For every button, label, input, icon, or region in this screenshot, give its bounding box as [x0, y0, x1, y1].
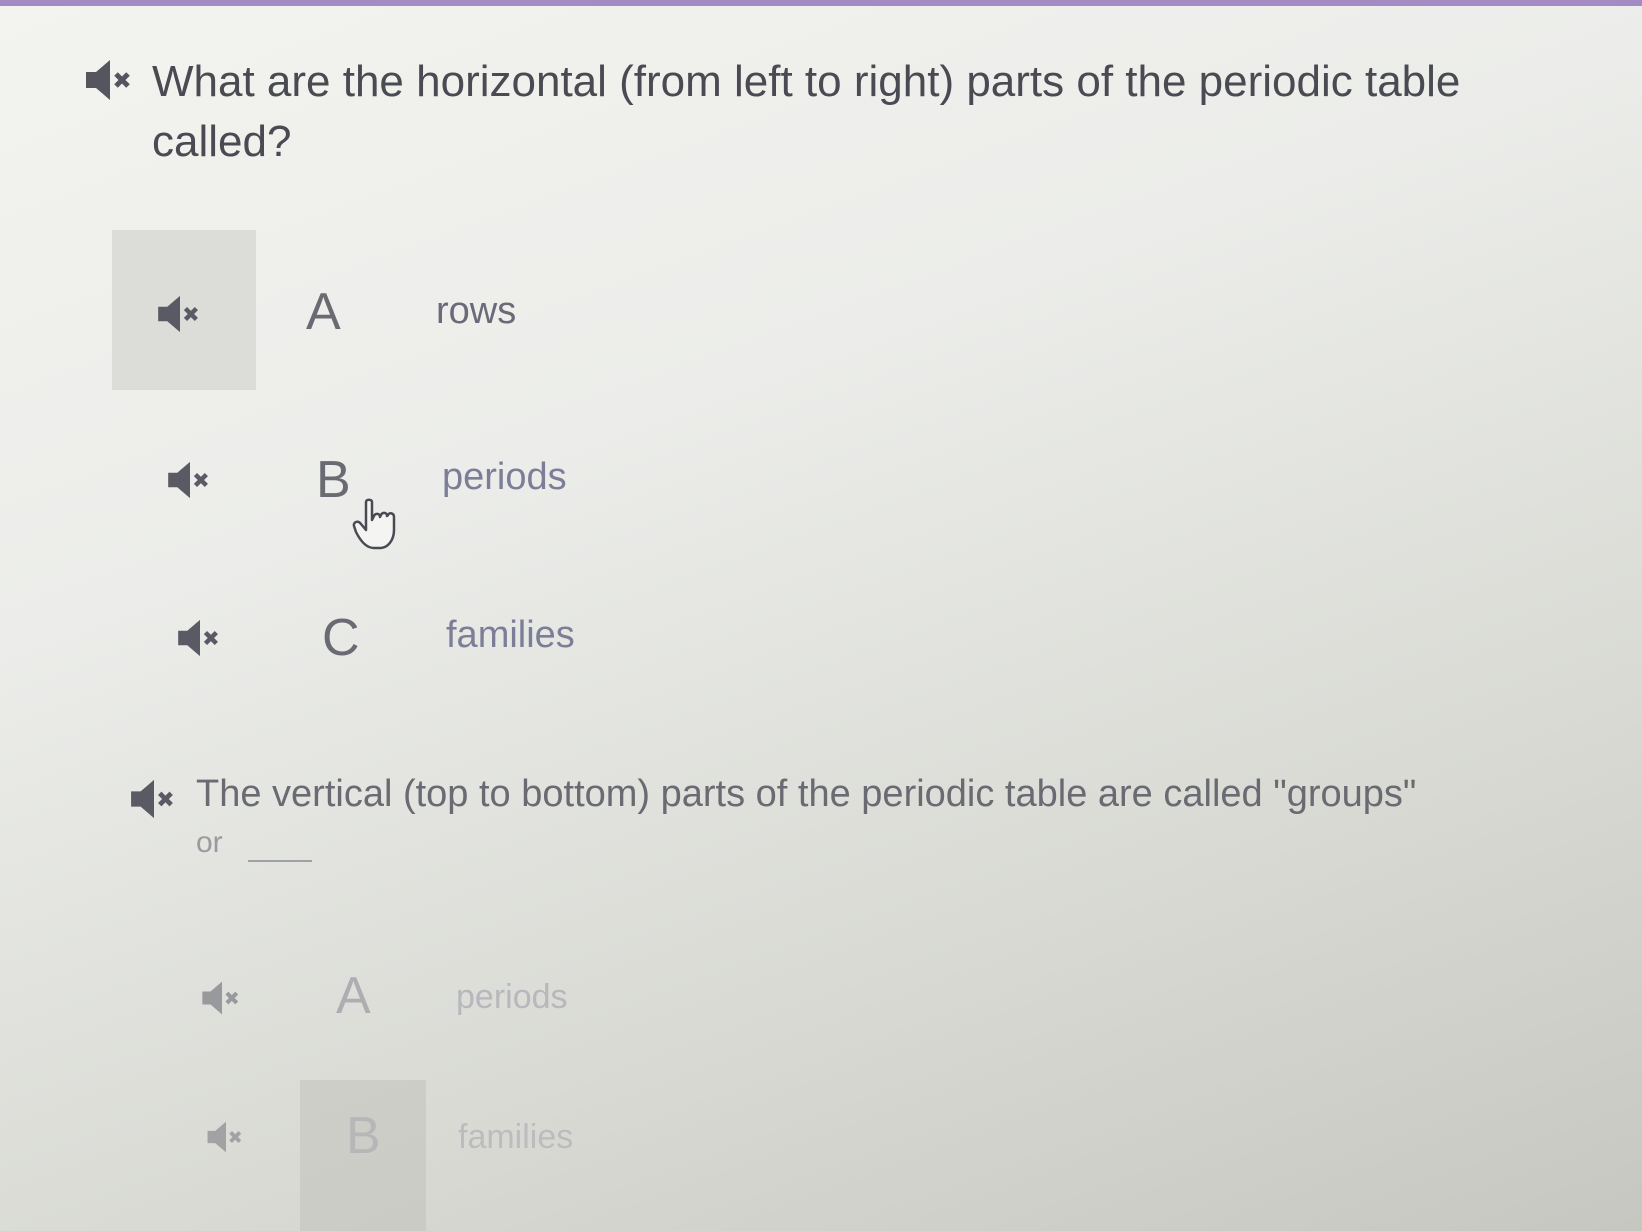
- top-border: [0, 0, 1642, 6]
- speaker-muted-icon[interactable]: [128, 778, 180, 820]
- option-a-letter[interactable]: A: [306, 282, 341, 342]
- option-b-letter[interactable]: B: [346, 1106, 381, 1166]
- question-2-line-2: or: [196, 826, 223, 859]
- speaker-muted-icon[interactable]: [84, 58, 136, 102]
- hand-pointer-icon: [352, 498, 404, 557]
- option-a-text[interactable]: rows: [436, 290, 516, 333]
- option-b-text[interactable]: periods: [442, 456, 567, 499]
- question-1-text: What are the horizontal (from left to ri…: [152, 52, 1552, 172]
- speaker-muted-icon[interactable]: [206, 1120, 246, 1154]
- option-a-letter[interactable]: A: [336, 966, 371, 1026]
- speaker-muted-icon[interactable]: [200, 980, 244, 1016]
- option-a-text[interactable]: periods: [456, 978, 568, 1017]
- question-1-line-1: What are the horizontal (from left to ri…: [152, 57, 1461, 106]
- question-1-line-2: called?: [152, 117, 292, 166]
- speaker-muted-icon[interactable]: [156, 294, 204, 334]
- option-b-letter[interactable]: B: [316, 450, 351, 510]
- answer-blank: [248, 860, 312, 862]
- question-2-text: The vertical (top to bottom) parts of th…: [196, 773, 1417, 815]
- speaker-muted-icon[interactable]: [166, 460, 214, 500]
- speaker-muted-icon[interactable]: [176, 618, 224, 658]
- option-c-text[interactable]: families: [446, 614, 575, 657]
- option-c-letter[interactable]: C: [322, 608, 360, 668]
- option-b-text[interactable]: families: [458, 1118, 573, 1157]
